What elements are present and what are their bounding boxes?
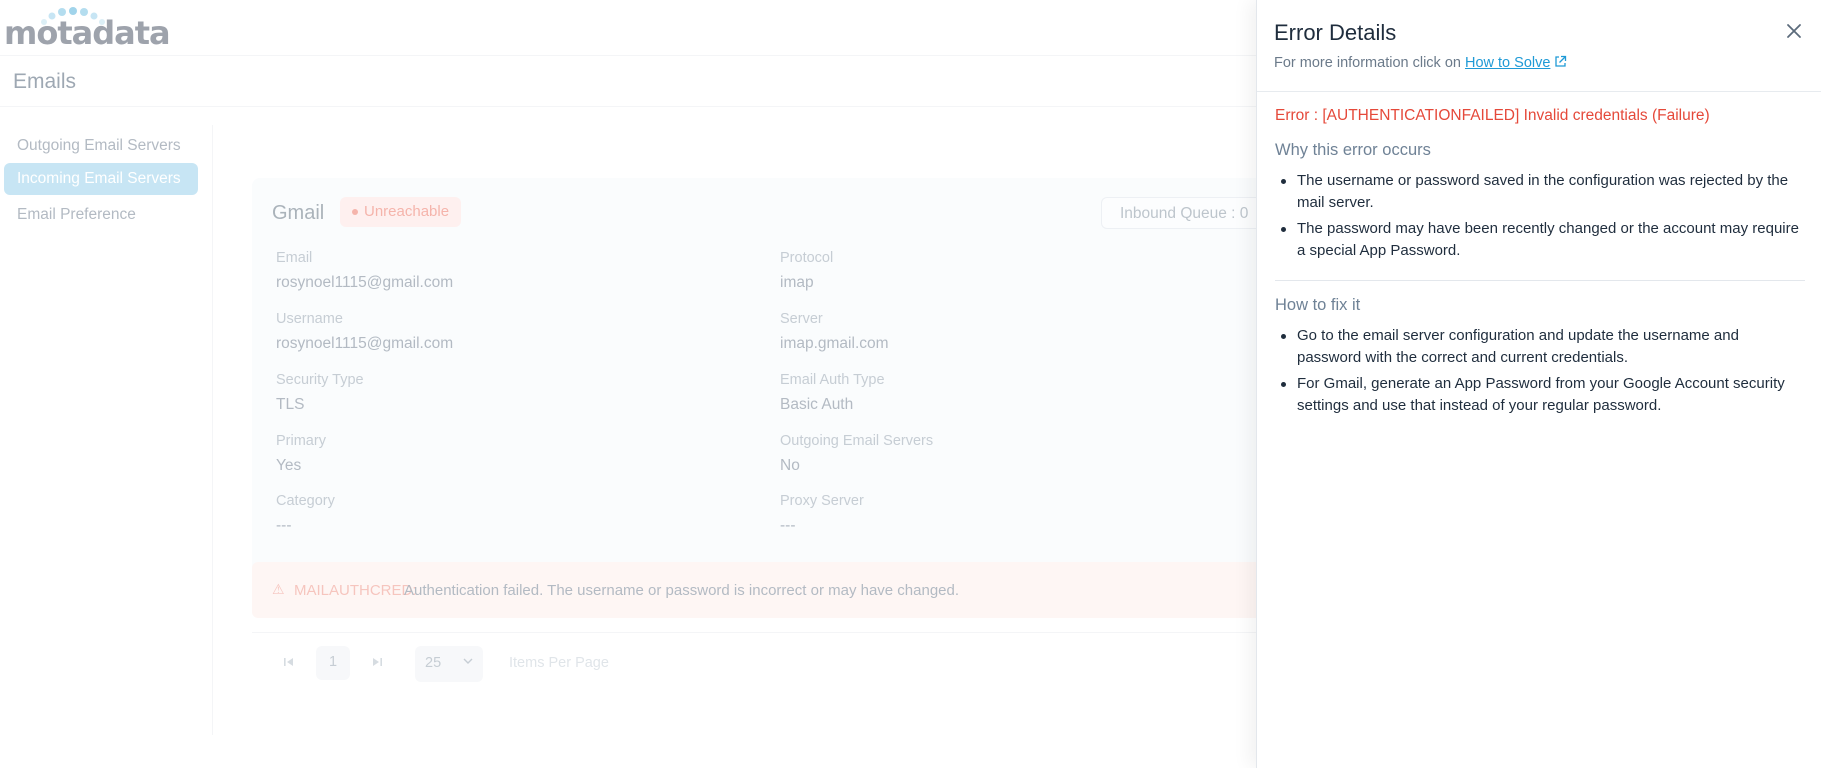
error-title: Error : [AUTHENTICATIONFAILED] Invalid c… — [1275, 107, 1710, 124]
why-section-title: Why this error occurs — [1275, 141, 1431, 159]
drawer-title: Error Details — [1274, 20, 1397, 45]
list-item: Go to the email server configuration and… — [1275, 325, 1807, 369]
close-icon — [1787, 24, 1801, 38]
modal-backdrop[interactable] — [0, 0, 1256, 768]
section-divider — [1275, 280, 1805, 281]
app-root: motadata Emails Outgoing Email Servers I… — [0, 0, 1821, 768]
external-link-icon — [1555, 55, 1567, 67]
list-item: The username or password saved in the co… — [1275, 170, 1807, 214]
why-list: The username or password saved in the co… — [1275, 170, 1807, 266]
how-to-solve-label: How to Solve — [1464, 55, 1551, 71]
list-item: The password may have been recently chan… — [1275, 218, 1807, 262]
subtitle-text: For more information click on — [1274, 55, 1461, 71]
list-item: For Gmail, generate an App Password from… — [1275, 373, 1807, 417]
drawer-subtitle: For more information click on How to Sol… — [1274, 55, 1567, 71]
how-to-solve-link[interactable]: How to Solve — [1465, 55, 1567, 71]
drawer-header: Error Details For more information click… — [1257, 0, 1821, 92]
fix-section-title: How to fix it — [1275, 296, 1361, 314]
close-button[interactable] — [1783, 20, 1805, 42]
error-details-drawer: Error Details For more information click… — [1256, 0, 1821, 768]
fix-list: Go to the email server configuration and… — [1275, 325, 1807, 421]
